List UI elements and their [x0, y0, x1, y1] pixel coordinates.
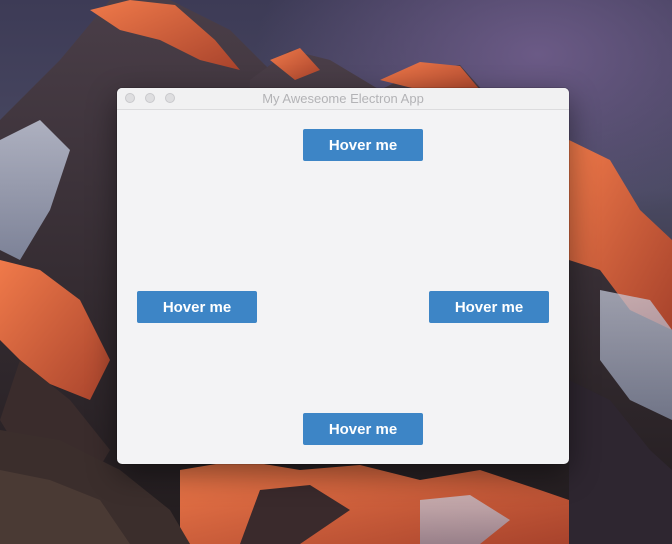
- window-title: My Aweseome Electron App: [262, 91, 424, 106]
- app-window: My Aweseome Electron App Hover me Hover …: [117, 88, 569, 464]
- hover-button-top[interactable]: Hover me: [303, 129, 423, 161]
- hover-button-bottom[interactable]: Hover me: [303, 413, 423, 445]
- hover-button-left[interactable]: Hover me: [137, 291, 257, 323]
- desktop-wallpaper: My Aweseome Electron App Hover me Hover …: [0, 0, 672, 544]
- hover-button-right[interactable]: Hover me: [429, 291, 549, 323]
- window-titlebar[interactable]: My Aweseome Electron App: [117, 88, 569, 110]
